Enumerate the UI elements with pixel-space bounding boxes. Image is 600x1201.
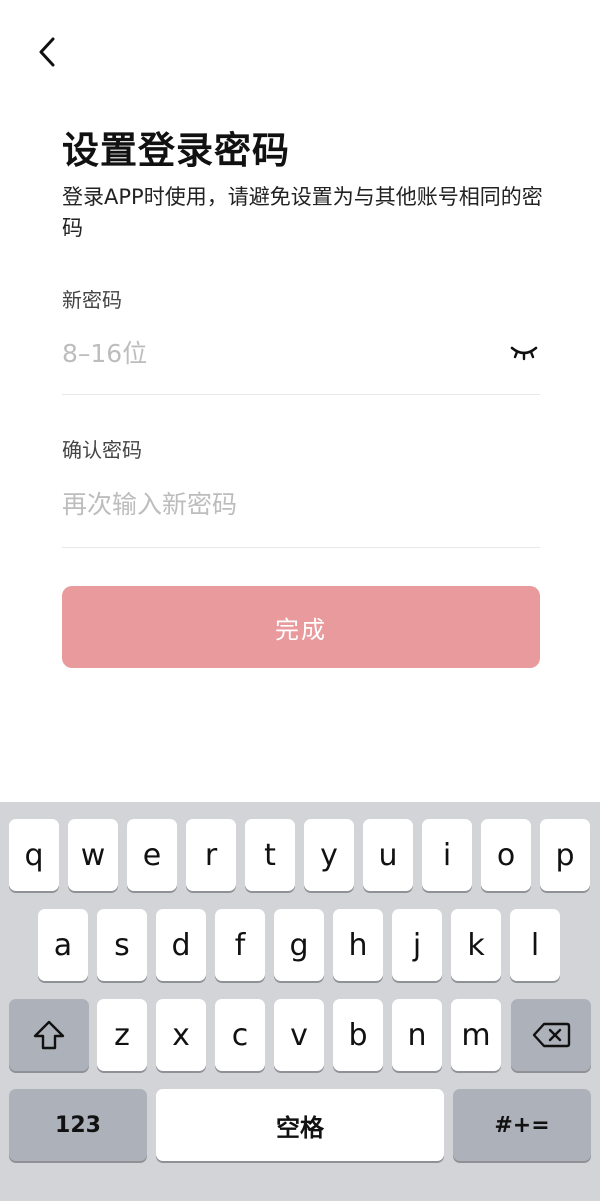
divider [62, 394, 540, 395]
key[interactable]: e [127, 819, 177, 891]
key[interactable]: x [156, 999, 206, 1071]
key[interactable]: z [97, 999, 147, 1071]
symbols-key[interactable]: #+= [453, 1089, 591, 1161]
key[interactable]: l [510, 909, 560, 981]
shift-key[interactable] [9, 999, 89, 1071]
eye-closed-icon [510, 346, 538, 361]
numbers-key[interactable]: 123 [9, 1089, 147, 1161]
key[interactable]: a [38, 909, 88, 981]
key[interactable]: d [156, 909, 206, 981]
key[interactable]: r [186, 819, 236, 891]
confirm-password-label: 确认密码 [62, 438, 142, 462]
key[interactable]: s [97, 909, 147, 981]
page-subtitle: 登录APP时使用，请避免设置为与其他账号相同的密码 [62, 185, 543, 240]
key[interactable]: u [363, 819, 413, 891]
done-button[interactable]: 完成 [62, 586, 540, 668]
key[interactable]: m [451, 999, 501, 1071]
key[interactable]: o [481, 819, 531, 891]
divider [62, 547, 540, 548]
new-password-input[interactable] [62, 333, 502, 373]
key[interactable]: v [274, 999, 324, 1071]
key[interactable]: g [274, 909, 324, 981]
key[interactable]: n [392, 999, 442, 1071]
back-button[interactable] [30, 34, 64, 70]
key[interactable]: t [245, 819, 295, 891]
password-label: 新密码 [62, 288, 122, 312]
key[interactable]: q [9, 819, 59, 891]
key[interactable]: j [392, 909, 442, 981]
page-title: 设置登录密码 [62, 129, 290, 172]
key[interactable]: b [333, 999, 383, 1071]
key[interactable]: y [304, 819, 354, 891]
key[interactable]: w [68, 819, 118, 891]
delete-key[interactable] [511, 999, 591, 1071]
toggle-visibility-button[interactable] [508, 340, 540, 364]
key[interactable]: k [451, 909, 501, 981]
set-password-page: 设置登录密码 登录APP时使用，请避免设置为与其他账号相同的密码 新密码 确认密… [0, 0, 600, 1201]
shift-arrow-icon [33, 1020, 65, 1050]
key[interactable]: p [540, 819, 590, 891]
space-key[interactable]: 空格 [156, 1089, 444, 1161]
key[interactable]: f [215, 909, 265, 981]
key[interactable]: h [333, 909, 383, 981]
key[interactable]: i [422, 819, 472, 891]
backspace-icon [532, 1022, 571, 1048]
chevron-left-icon [39, 37, 55, 67]
keyboard: q w e r t y u i o p a s d f g h j k l z … [0, 802, 600, 1201]
confirm-password-input[interactable] [62, 484, 502, 524]
key[interactable]: c [215, 999, 265, 1071]
